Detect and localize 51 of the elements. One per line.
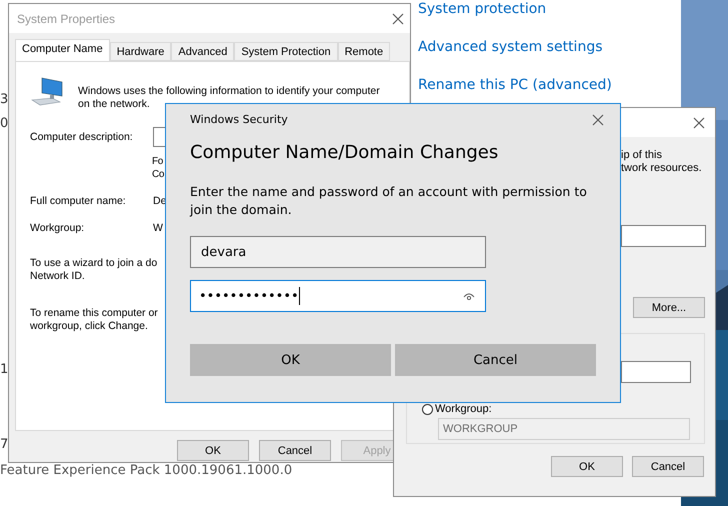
page-text: 1	[0, 362, 8, 378]
password-field[interactable]: •••••••••••••	[190, 280, 486, 312]
computer-icon	[30, 76, 64, 106]
password-dots: •••••••••••••	[199, 288, 299, 304]
help-text: To rename this computer or	[30, 307, 159, 320]
tab[interactable]: Hardware	[110, 42, 172, 61]
tab[interactable]: Remote	[338, 42, 390, 61]
window-title: System Properties	[17, 12, 116, 26]
page-text: 7	[0, 437, 8, 453]
close-icon[interactable]	[592, 114, 604, 126]
eye-icon[interactable]	[463, 291, 475, 301]
settings-link[interactable]: System protection	[418, 0, 612, 18]
help-text: Network ID.	[30, 270, 86, 283]
dialog-button[interactable]: Cancel	[632, 456, 704, 477]
page-text: 3	[0, 92, 8, 108]
close-icon[interactable]	[693, 116, 705, 128]
tab[interactable]: Computer Name	[15, 39, 110, 61]
page-text: 0	[0, 116, 8, 132]
close-icon[interactable]	[392, 12, 404, 24]
info-text: twork resources.	[621, 162, 703, 175]
dialog-button[interactable]: OK	[190, 344, 391, 376]
dialog-app-name: Windows Security	[190, 113, 288, 126]
hint-text: Co	[152, 168, 166, 181]
dialog-button[interactable]: OK	[177, 440, 249, 461]
more-button[interactable]: More...	[633, 297, 705, 318]
field-label: Computer description:	[30, 131, 134, 145]
domain-field[interactable]	[621, 361, 691, 383]
workgroup-radio[interactable]	[422, 404, 433, 415]
info-text: ip of this	[621, 149, 663, 162]
settings-link[interactable]: Advanced system settings	[418, 38, 612, 56]
help-text: workgroup, click Change.	[30, 320, 149, 333]
name-field[interactable]	[621, 225, 706, 247]
settings-link[interactable]: Rename this PC (advanced)	[418, 76, 612, 94]
text-cursor	[298, 287, 300, 305]
dialog-message: Enter the name and password of an account with permission to join the domain.	[190, 183, 588, 219]
tab[interactable]: System Protection	[234, 42, 338, 61]
dialog-button[interactable]: OK	[551, 456, 623, 477]
dialog-button[interactable]: Cancel	[259, 440, 331, 461]
tab[interactable]: Advanced	[171, 42, 234, 61]
help-text: To use a wizard to join a do	[30, 257, 158, 270]
dialog-button[interactable]: Cancel	[395, 344, 596, 376]
dialog-heading: Computer Name/Domain Changes	[190, 142, 498, 163]
intro-text: on the network.	[78, 98, 151, 111]
radio-label: Workgroup:	[435, 403, 492, 416]
field-label: Workgroup:	[30, 222, 86, 235]
field-value: W	[153, 222, 163, 235]
username-field[interactable]: devara	[190, 236, 486, 268]
intro-text: Windows uses the following information to identify your computer	[78, 85, 380, 98]
hint-text: Fo	[152, 155, 164, 168]
version-text: Feature Experience Pack 1000.19061.1000.0	[0, 463, 292, 478]
field-label: Full computer name:	[30, 195, 127, 208]
